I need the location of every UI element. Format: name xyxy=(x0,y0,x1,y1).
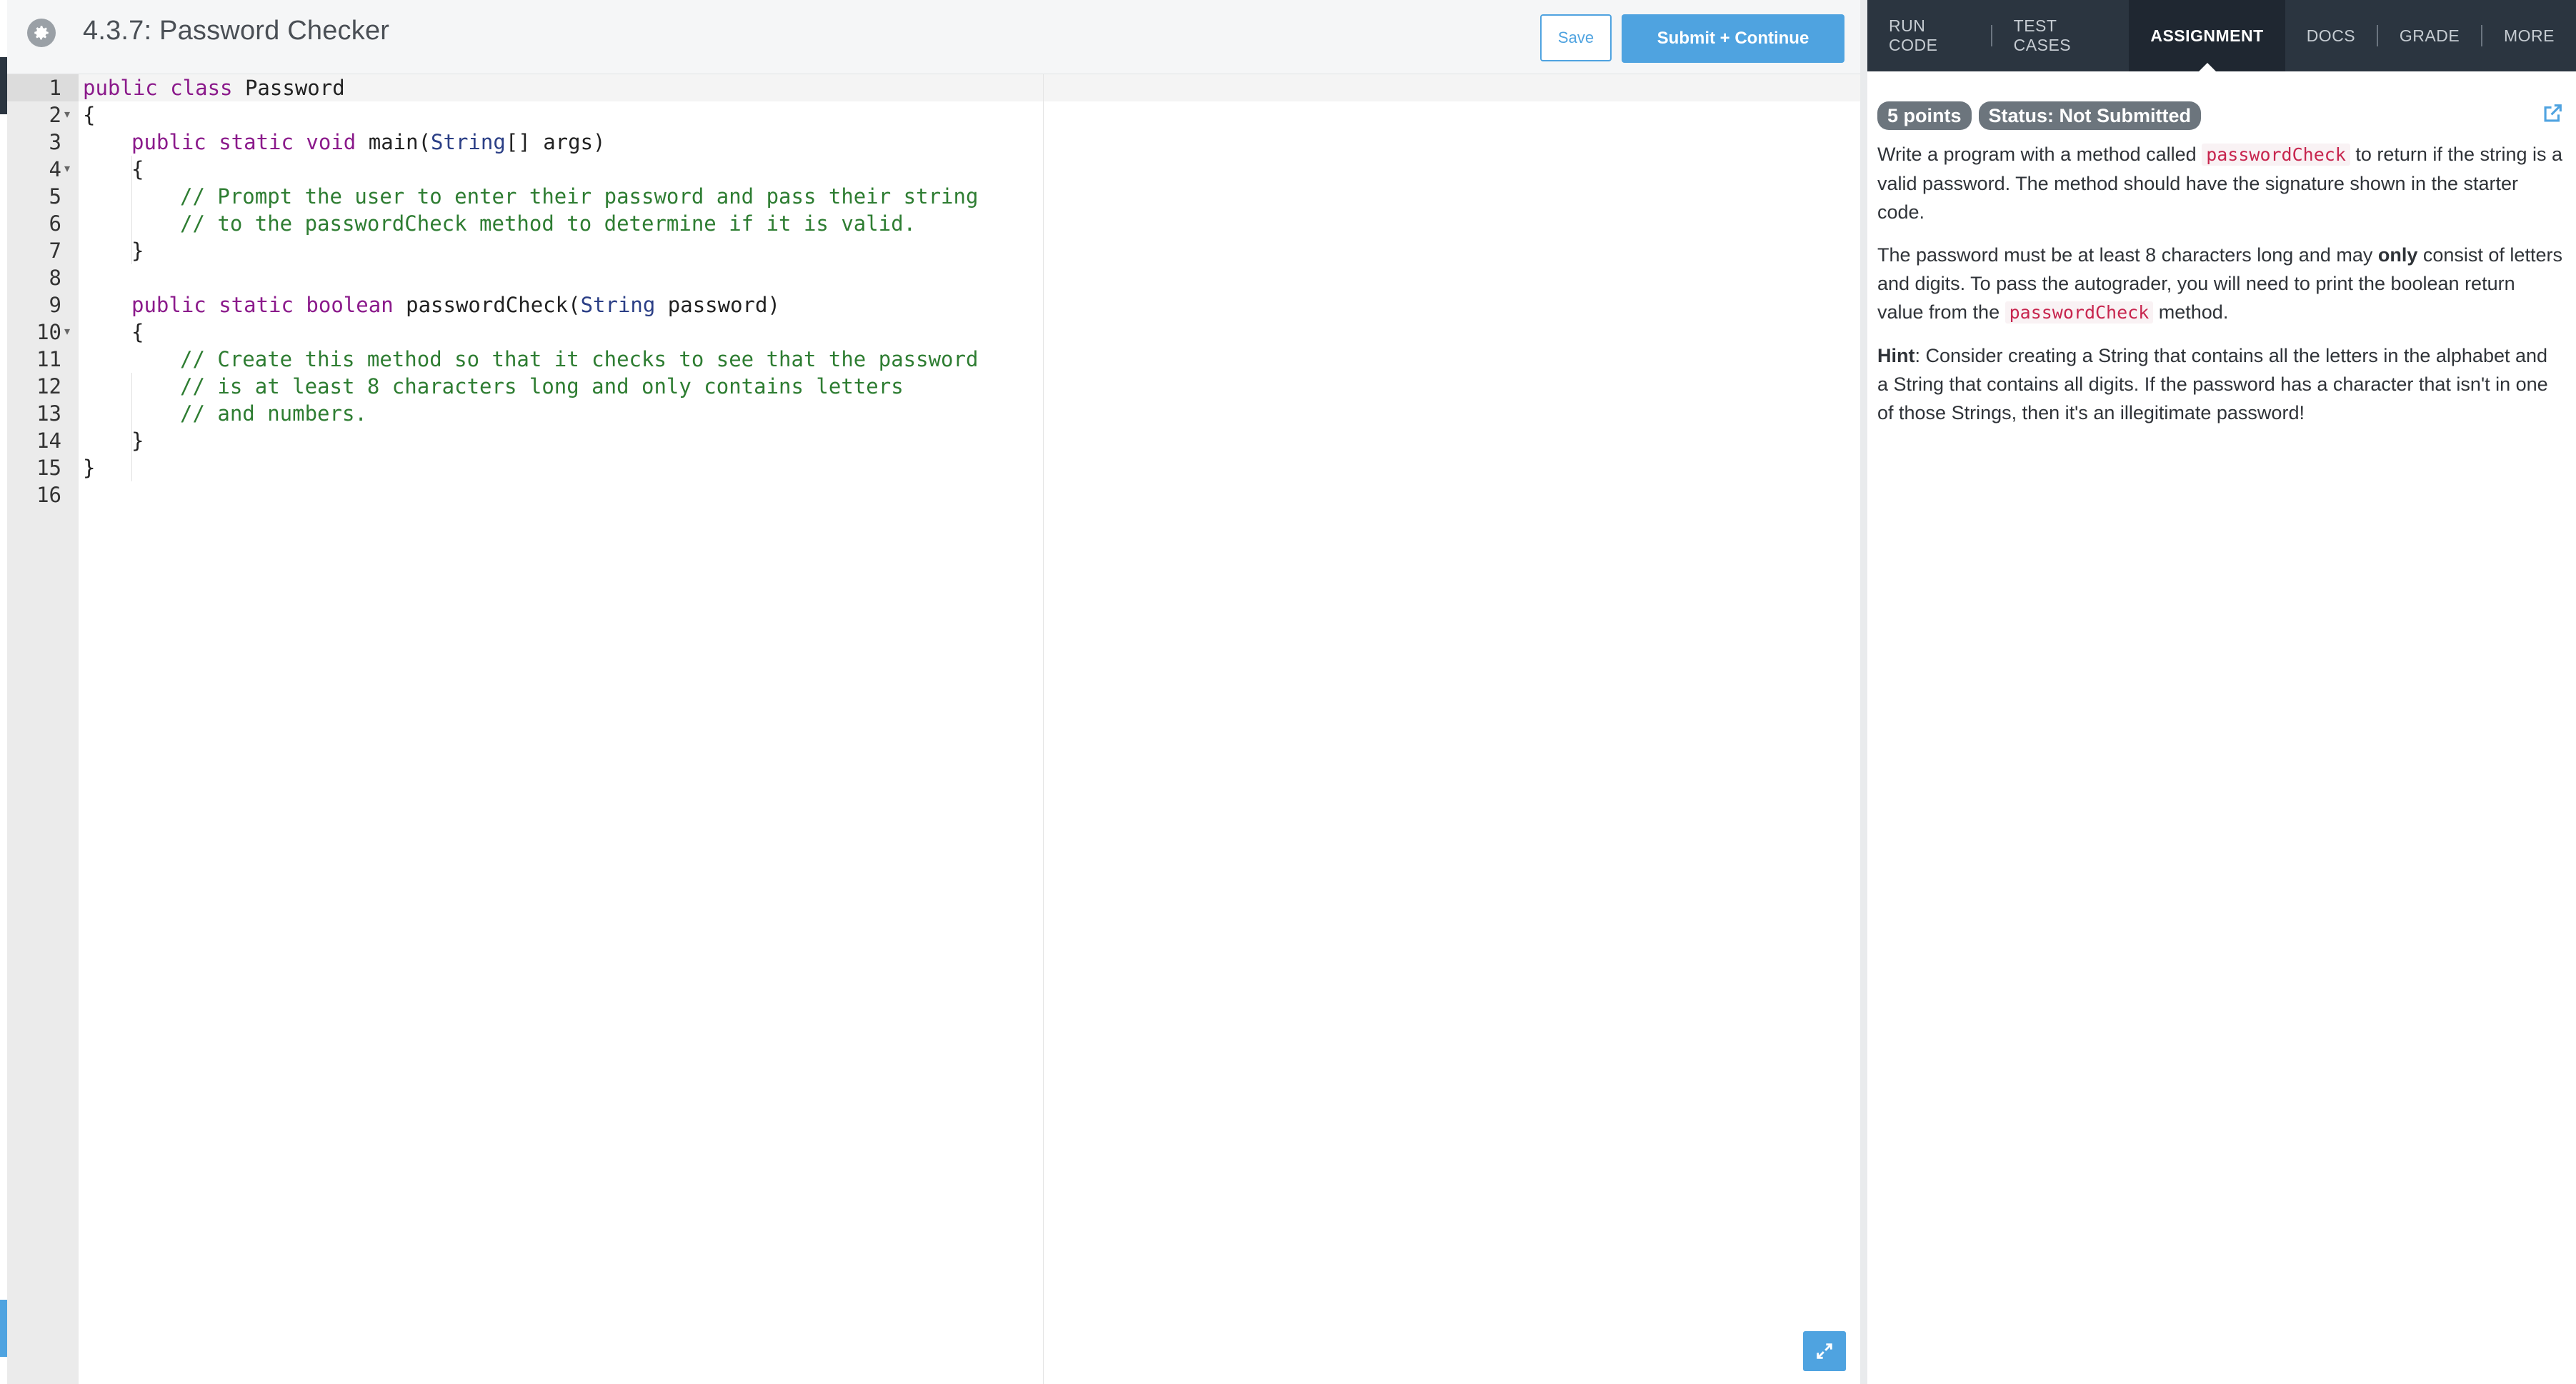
code-comment: // Prompt the user to enter their passwo… xyxy=(180,184,979,209)
left-rail-marker xyxy=(0,57,7,114)
active-line-highlight xyxy=(79,74,1867,101)
points-badge: 5 points xyxy=(1877,101,1972,130)
tab-docs[interactable]: DOCS xyxy=(2285,0,2377,71)
code-comment: // Create this method so that it checks … xyxy=(180,347,979,371)
line-number: 12 xyxy=(36,374,61,398)
code-line: public class Password xyxy=(83,76,345,100)
line-number: 13 xyxy=(36,401,61,426)
settings-button[interactable] xyxy=(27,19,56,47)
inline-code: passwordCheck xyxy=(2005,301,2154,324)
code-line: { xyxy=(131,157,144,181)
code-line: } xyxy=(131,428,144,453)
fold-arrow-icon[interactable]: ▾ xyxy=(64,101,76,129)
fold-arrow-icon[interactable]: ▾ xyxy=(64,319,76,346)
assignment-paragraph: The password must be at least 8 characte… xyxy=(1877,244,2562,324)
code-comment: // to the passwordCheck method to determ… xyxy=(180,211,917,236)
code-line: } xyxy=(131,239,144,263)
print-margin xyxy=(1043,74,1044,1384)
panel-splitter[interactable] xyxy=(1860,0,1867,1384)
line-number: 2 xyxy=(49,103,61,127)
line-gutter: 1 2 ▾ 3 4 ▾ 5 6 7 8 9 10 ▾ 11 12 13 14 1… xyxy=(7,74,79,1384)
tab-run-code[interactable]: RUN CODE xyxy=(1867,0,1991,71)
line-number: 16 xyxy=(36,483,61,507)
line-number: 10 xyxy=(36,320,61,344)
left-rail-handle[interactable] xyxy=(0,1300,7,1357)
left-rail xyxy=(0,0,7,1384)
line-number: 5 xyxy=(49,184,61,209)
code-line: public static boolean passwordCheck(Stri… xyxy=(131,293,780,317)
tab-more[interactable]: MORE xyxy=(2482,0,2576,71)
editor-header: 4.3.7: Password Checker Save Submit + Co… xyxy=(7,0,1867,74)
line-number: 4 xyxy=(49,157,61,181)
tab-grade[interactable]: GRADE xyxy=(2378,0,2481,71)
tab-test-cases[interactable]: TEST CASES xyxy=(1992,0,2130,71)
status-badge: Status: Not Submitted xyxy=(1978,101,2202,130)
submit-continue-button[interactable]: Submit + Continue xyxy=(1622,14,1844,63)
external-link-icon[interactable] xyxy=(2540,101,2565,126)
tab-assignment[interactable]: ASSIGNMENT xyxy=(2129,0,2285,71)
line-number: 7 xyxy=(49,239,61,263)
assignment-paragraph: Write a program with a method called pas… xyxy=(1877,144,2563,223)
hint-paragraph: Hint: Consider creating a String that co… xyxy=(1877,345,2548,423)
page-title: 4.3.7: Password Checker xyxy=(83,16,390,46)
gear-icon xyxy=(34,26,49,40)
save-button[interactable]: Save xyxy=(1540,14,1612,61)
assignment-description: Write a program with a method called pas… xyxy=(1877,140,2563,441)
tab-bar: RUN CODE TEST CASES ASSIGNMENT DOCS GRAD… xyxy=(1867,0,2576,71)
fold-arrow-icon[interactable]: ▾ xyxy=(64,156,76,183)
code-line: { xyxy=(131,320,144,344)
line-number: 3 xyxy=(49,130,61,154)
line-number: 9 xyxy=(49,293,61,317)
inline-code: passwordCheck xyxy=(2202,144,2350,166)
line-number: 1 xyxy=(49,76,61,100)
fullscreen-button[interactable] xyxy=(1803,1331,1846,1371)
code-line: } xyxy=(83,456,96,480)
line-number: 6 xyxy=(49,211,61,236)
line-number: 15 xyxy=(36,456,61,480)
assignment-panel: RUN CODE TEST CASES ASSIGNMENT DOCS GRAD… xyxy=(1867,0,2576,1384)
code-comment: // and numbers. xyxy=(180,401,367,426)
code-line: public static void main(String[] args) xyxy=(131,130,606,154)
code-comment: // is at least 8 characters long and onl… xyxy=(180,374,904,398)
code-editor[interactable]: 1 2 ▾ 3 4 ▾ 5 6 7 8 9 10 ▾ 11 12 13 14 1… xyxy=(7,74,1867,1384)
expand-icon xyxy=(1817,1343,1832,1359)
code-line: { xyxy=(83,103,96,127)
line-number: 11 xyxy=(36,347,61,371)
line-number: 8 xyxy=(49,266,61,290)
assignment-badges: 5 points Status: Not Submitted xyxy=(1877,101,2202,130)
line-number: 14 xyxy=(36,428,61,453)
